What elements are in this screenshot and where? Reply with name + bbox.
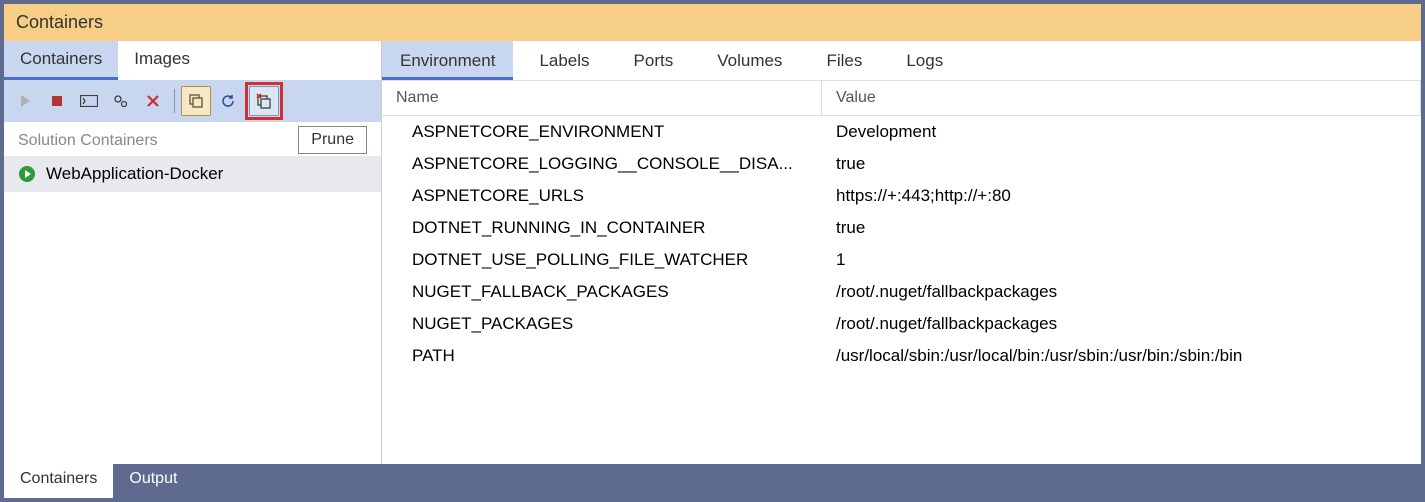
table-row[interactable]: DOTNET_USE_POLLING_FILE_WATCHER1: [382, 244, 1421, 276]
toolbar-separator: [174, 89, 175, 113]
env-value: 1: [822, 250, 1421, 270]
env-name: NUGET_PACKAGES: [382, 314, 822, 334]
tab-ports[interactable]: Ports: [616, 41, 692, 80]
env-name: DOTNET_RUNNING_IN_CONTAINER: [382, 218, 822, 238]
env-value: /root/.nuget/fallbackpackages: [822, 282, 1421, 302]
env-name: PATH: [382, 346, 822, 366]
content-row: Containers Images: [4, 41, 1421, 464]
env-name: ASPNETCORE_LOGGING__CONSOLE__DISA...: [382, 154, 822, 174]
table-row[interactable]: NUGET_FALLBACK_PACKAGES/root/.nuget/fall…: [382, 276, 1421, 308]
copy-button[interactable]: [181, 86, 211, 116]
env-value: https://+:443;http://+:80: [822, 186, 1421, 206]
table-header: Name Value: [382, 80, 1421, 116]
table-body: ASPNETCORE_ENVIRONMENTDevelopment ASPNET…: [382, 116, 1421, 372]
prune-button[interactable]: [249, 86, 279, 116]
prune-tooltip: Prune: [298, 126, 367, 154]
right-pane: Environment Labels Ports Volumes Files L…: [382, 41, 1421, 464]
x-icon: [146, 94, 160, 108]
section-label: Solution Containers Prune: [4, 122, 381, 156]
column-name[interactable]: Name: [382, 81, 822, 115]
tab-containers[interactable]: Containers: [4, 41, 118, 80]
tab-images[interactable]: Images: [118, 41, 206, 80]
tab-labels[interactable]: Labels: [521, 41, 607, 80]
tab-volumes[interactable]: Volumes: [699, 41, 800, 80]
tab-environment[interactable]: Environment: [382, 41, 513, 80]
terminal-icon: [80, 95, 98, 107]
table-row[interactable]: ASPNETCORE_URLShttps://+:443;http://+:80: [382, 180, 1421, 212]
stop-icon: [50, 94, 64, 108]
window-title: Containers: [16, 12, 103, 32]
gears-icon: [112, 93, 130, 109]
bottom-tab-containers[interactable]: Containers: [4, 464, 113, 498]
table-row[interactable]: DOTNET_RUNNING_IN_CONTAINERtrue: [382, 212, 1421, 244]
window-title-bar: Containers: [4, 4, 1421, 41]
terminal-button[interactable]: [74, 86, 104, 116]
copy-icon: [188, 93, 204, 109]
env-name: DOTNET_USE_POLLING_FILE_WATCHER: [382, 250, 822, 270]
section-label-text: Solution Containers: [18, 132, 158, 149]
delete-button[interactable]: [138, 86, 168, 116]
env-value: true: [822, 154, 1421, 174]
settings-button[interactable]: [106, 86, 136, 116]
tab-files[interactable]: Files: [808, 41, 880, 80]
env-value: /root/.nuget/fallbackpackages: [822, 314, 1421, 334]
env-name: ASPNETCORE_URLS: [382, 186, 822, 206]
tab-logs[interactable]: Logs: [888, 41, 961, 80]
refresh-button[interactable]: [213, 86, 243, 116]
refresh-icon: [220, 93, 236, 109]
play-icon: [18, 94, 32, 108]
prune-icon: [255, 92, 273, 110]
env-value: Development: [822, 122, 1421, 142]
env-value: /usr/local/sbin:/usr/local/bin:/usr/sbin…: [822, 346, 1421, 366]
env-value: true: [822, 218, 1421, 238]
start-button[interactable]: [10, 86, 40, 116]
container-list: WebApplication-Docker: [4, 156, 381, 464]
env-table: Name Value ASPNETCORE_ENVIRONMENTDevelop…: [382, 80, 1421, 464]
column-value[interactable]: Value: [822, 81, 1421, 115]
table-row[interactable]: NUGET_PACKAGES/root/.nuget/fallbackpacka…: [382, 308, 1421, 340]
container-name: WebApplication-Docker: [46, 164, 223, 184]
container-item[interactable]: WebApplication-Docker: [4, 156, 381, 192]
bottom-tabs: Containers Output: [4, 464, 1421, 498]
env-name: NUGET_FALLBACK_PACKAGES: [382, 282, 822, 302]
table-row[interactable]: PATH/usr/local/sbin:/usr/local/bin:/usr/…: [382, 340, 1421, 372]
stop-button[interactable]: [42, 86, 72, 116]
table-row[interactable]: ASPNETCORE_LOGGING__CONSOLE__DISA...true: [382, 148, 1421, 180]
table-row[interactable]: ASPNETCORE_ENVIRONMENTDevelopment: [382, 116, 1421, 148]
bottom-tab-output[interactable]: Output: [113, 464, 193, 498]
env-name: ASPNETCORE_ENVIRONMENT: [382, 122, 822, 142]
prune-highlight: [245, 82, 283, 120]
containers-window: Containers Containers Images: [4, 4, 1421, 498]
left-pane: Containers Images: [4, 41, 382, 464]
right-tabs: Environment Labels Ports Volumes Files L…: [382, 41, 1421, 80]
left-tabs: Containers Images: [4, 41, 381, 80]
toolbar: [4, 80, 381, 122]
running-icon: [18, 165, 36, 183]
